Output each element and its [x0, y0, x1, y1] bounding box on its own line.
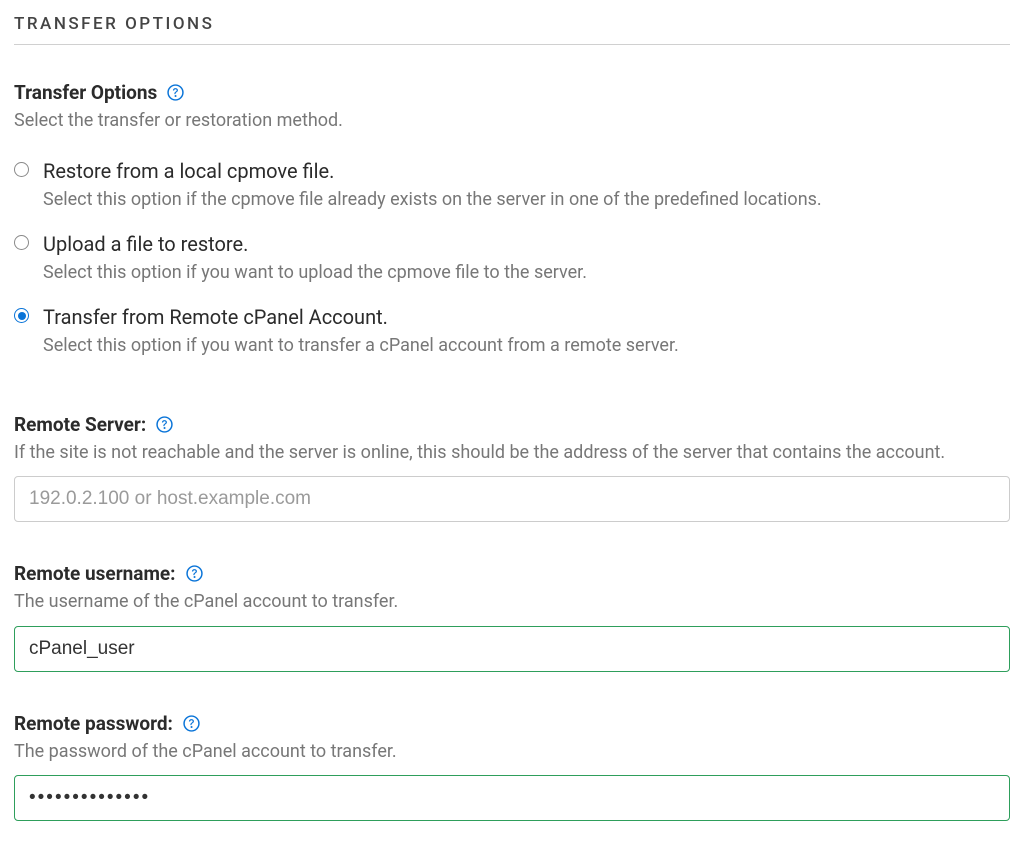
option-label: Upload a file to restore.: [43, 231, 1010, 258]
remote-server-input[interactable]: [14, 476, 1010, 522]
section-header: TRANSFER OPTIONS: [14, 14, 1010, 45]
help-icon[interactable]: [167, 84, 184, 101]
option-upload-file[interactable]: Upload a file to restore. Select this op…: [14, 231, 1010, 300]
remote-password-desc: The password of the cPanel account to tr…: [14, 739, 1010, 765]
option-transfer-remote[interactable]: Transfer from Remote cPanel Account. Sel…: [14, 304, 1010, 373]
transfer-options-group: Restore from a local cpmove file. Select…: [14, 158, 1010, 373]
radio-icon: [14, 308, 29, 323]
remote-username-label: Remote username:: [14, 562, 176, 585]
option-restore-local[interactable]: Restore from a local cpmove file. Select…: [14, 158, 1010, 227]
remote-password-block: Remote password: The password of the cPa…: [14, 712, 1010, 821]
option-label: Transfer from Remote cPanel Account.: [43, 304, 1010, 331]
option-desc: Select this option if you want to transf…: [43, 333, 1010, 359]
transfer-options-label: Transfer Options: [14, 81, 157, 104]
remote-server-block: Remote Server: If the site is not reacha…: [14, 413, 1010, 522]
remote-server-label: Remote Server:: [14, 413, 146, 436]
remote-username-desc: The username of the cPanel account to tr…: [14, 589, 1010, 615]
radio-icon: [14, 235, 29, 250]
option-desc: Select this option if the cpmove file al…: [43, 187, 1010, 213]
help-icon[interactable]: [156, 416, 173, 433]
help-icon[interactable]: [183, 715, 200, 732]
remote-password-label: Remote password:: [14, 712, 173, 735]
remote-username-block: Remote username: The username of the cPa…: [14, 562, 1010, 671]
remote-server-desc: If the site is not reachable and the ser…: [14, 440, 1010, 466]
option-desc: Select this option if you want to upload…: [43, 260, 1010, 286]
transfer-options-subtitle: Select the transfer or restoration metho…: [14, 108, 1010, 134]
help-icon[interactable]: [186, 565, 203, 582]
remote-password-input[interactable]: [14, 775, 1010, 821]
remote-username-input[interactable]: [14, 626, 1010, 672]
option-label: Restore from a local cpmove file.: [43, 158, 1010, 185]
radio-icon: [14, 162, 29, 177]
